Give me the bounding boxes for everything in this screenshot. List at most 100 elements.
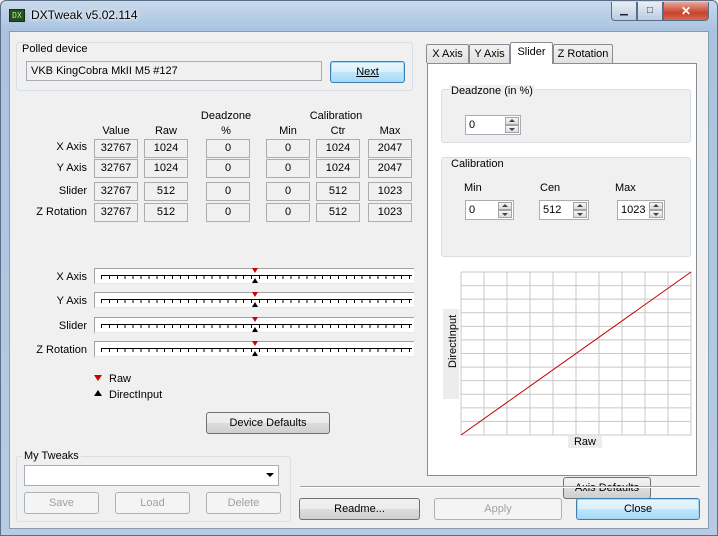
window-close-button[interactable]: ✕ [663,2,709,21]
value-field: 32767 [94,182,138,201]
row-label: Y Axis [56,162,87,174]
max-field: 1023 [368,182,412,201]
raw-field: 1024 [144,139,188,158]
directinput-marker [252,351,258,356]
device-name-field: VKB KingCobra MkII M5 #127 [26,61,322,81]
raw-field: 1024 [144,159,188,178]
deadzone-field: 0 [206,182,250,201]
min-field: 0 [266,203,310,222]
min-spinner[interactable]: 0 [465,200,514,220]
tab-slider[interactable]: Slider [510,42,553,64]
header-min: Min [279,125,297,137]
minimize-button[interactable]: ▁ [611,2,637,21]
ctr-field: 1024 [316,139,360,158]
client-area: Polled device VKB KingCobra MkII M5 #127… [9,31,709,529]
spin-down-icon[interactable] [498,210,512,218]
raw-marker [252,317,258,322]
axis-bar [94,341,414,357]
spin-down-icon[interactable] [649,210,663,218]
axis-bar [94,292,414,308]
max-spinner[interactable]: 1023 [617,200,665,220]
max-value: 1023 [621,204,646,216]
value-field: 32767 [94,203,138,222]
response-curve-chart [460,271,692,436]
spinner-arrows [505,117,519,133]
header-ctr: Ctr [330,125,346,137]
deadzone-field: 0 [206,203,250,222]
next-button[interactable]: Next [330,61,405,83]
load-button[interactable]: Load [115,492,190,514]
directinput-legend-icon [94,390,102,396]
maximize-button[interactable]: □ [637,2,663,21]
cen-value: 512 [543,204,562,216]
device-defaults-button[interactable]: Device Defaults [206,412,330,434]
spin-up-icon[interactable] [505,117,519,125]
directinput-marker [252,327,258,332]
raw-marker [252,292,258,297]
app-window: DX DXTweak v5.02.114 ▁ □ ✕ Polled device… [0,0,718,536]
bar-label-x-axis: X Axis [56,271,87,283]
deadzone-value: 0 [469,119,476,131]
tweaks-dropdown[interactable] [24,465,279,486]
spinner-arrows [573,202,587,218]
value-field: 32767 [94,139,138,158]
bar-label-y-axis: Y Axis [56,295,87,307]
raw-field: 512 [144,182,188,201]
ctr-field: 512 [316,203,360,222]
axis-bar [94,268,414,284]
spin-up-icon[interactable] [649,202,663,210]
bar-label-slider: Slider [58,320,87,332]
save-button[interactable]: Save [24,492,99,514]
cen-spinner[interactable]: 512 [539,200,589,220]
raw-field: 512 [144,203,188,222]
header-deadzone-pct: % [221,125,231,137]
spin-down-icon[interactable] [573,210,587,218]
min-field: 0 [266,182,310,201]
axis-defaults-button[interactable]: Axis Defaults [563,477,651,499]
value-field: 32767 [94,159,138,178]
tab-x-axis[interactable]: X Axis [426,44,469,63]
spinner-arrows [498,202,512,218]
apply-button[interactable]: Apply [434,498,562,520]
tab-y-axis[interactable]: Y Axis [469,44,510,63]
row-label: X Axis [56,141,87,153]
axis-bar [94,317,414,333]
chart-xlabel: Raw [568,436,602,448]
chart-ylabel: DirectInput [447,315,459,368]
deadzone-spinner[interactable]: 0 [465,115,521,135]
max-field: 1023 [368,203,412,222]
title-bar[interactable]: DX DXTweak v5.02.114 ▁ □ ✕ [1,1,717,31]
delete-button[interactable]: Delete [206,492,281,514]
directinput-marker [252,278,258,283]
spin-up-icon[interactable] [498,202,512,210]
max-field: 2047 [368,159,412,178]
spin-down-icon[interactable] [505,125,519,133]
row-label: Z Rotation [36,206,87,218]
min-value: 0 [469,204,476,216]
deadzone-title: Deadzone (in %) [449,85,535,97]
cen-label: Cen [540,182,561,194]
deadzone-field: 0 [206,159,250,178]
spin-up-icon[interactable] [573,202,587,210]
tab-z-rotation[interactable]: Z Rotation [553,44,613,63]
my-tweaks-title: My Tweaks [22,450,81,462]
min-label: Min [464,182,482,194]
ctr-field: 1024 [316,159,360,178]
deadzone-field: 0 [206,139,250,158]
header-raw: Raw [154,125,177,137]
min-field: 0 [266,139,310,158]
min-field: 0 [266,159,310,178]
max-field: 2047 [368,139,412,158]
header-calibration: Calibration [309,110,363,122]
window-title: DXTweak v5.02.114 [31,8,138,22]
bar-label-z-rotation: Z Rotation [36,344,87,356]
raw-legend-label: Raw [109,373,132,385]
chart-ylabel-text: DirectInput [447,314,459,368]
header-value: Value [102,125,130,137]
readme-button[interactable]: Readme... [299,498,420,520]
max-label: Max [615,182,636,194]
row-label: Slider [58,185,87,197]
chevron-down-icon [266,473,274,477]
polled-device-title: Polled device [20,43,90,55]
close-button[interactable]: Close [576,498,700,520]
